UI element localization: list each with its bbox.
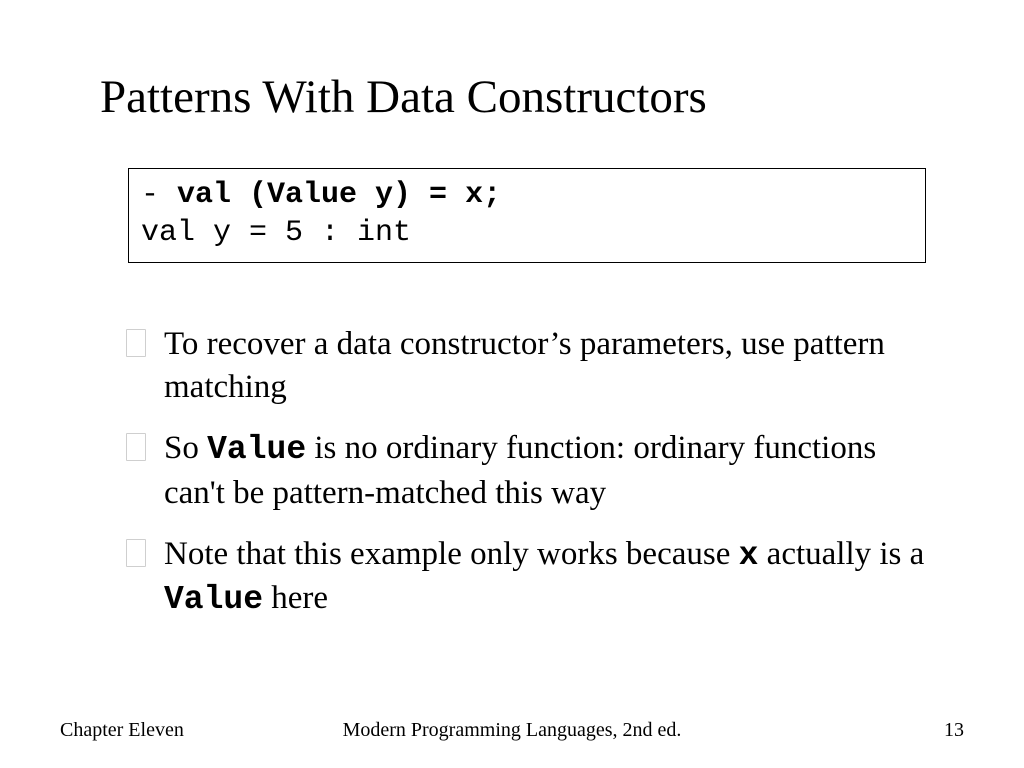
bullet-list: To recover a data constructor’s paramete…	[122, 323, 944, 622]
code-inline: Value	[207, 431, 306, 468]
slide-title: Patterns With Data Constructors	[100, 70, 954, 124]
footer-center: Modern Programming Languages, 2nd ed.	[0, 719, 1024, 742]
code-box: - val (Value y) = x; val y = 5 : int	[128, 168, 926, 263]
bullet-text: here	[263, 580, 328, 616]
bullet-item: Note that this example only works becaus…	[122, 533, 944, 623]
bullet-text: Note that this example only works becaus…	[164, 536, 739, 572]
bullet-item: So Value is no ordinary function: ordina…	[122, 427, 944, 515]
code-inline: x	[739, 537, 759, 574]
bullet-item: To recover a data constructor’s paramete…	[122, 323, 944, 409]
bullet-text: To recover a data constructor’s paramete…	[164, 326, 885, 405]
bullet-text: actually is a	[758, 536, 924, 572]
code-inline: Value	[164, 581, 263, 618]
bullet-text: So	[164, 430, 207, 466]
slide-footer: Chapter Eleven Modern Programming Langua…	[0, 719, 1024, 742]
slide: Patterns With Data Constructors - val (V…	[0, 0, 1024, 768]
code-content: - val (Value y) = x; val y = 5 : int	[141, 177, 913, 252]
